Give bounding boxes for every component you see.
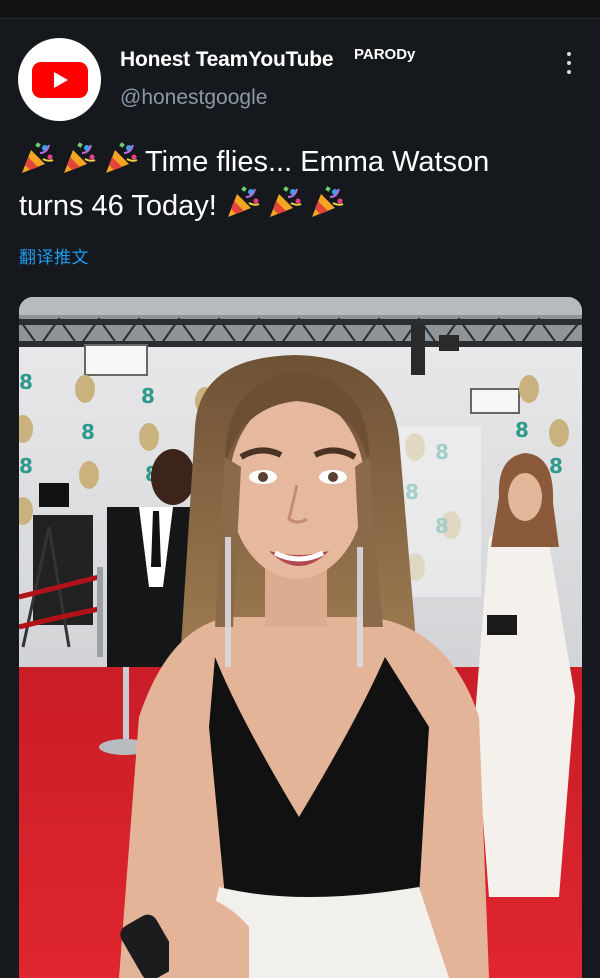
backdrop-badge: 8 xyxy=(19,370,33,394)
user-handle[interactable]: @honestgoogle xyxy=(120,86,267,110)
translate-tweet-link[interactable]: 翻译推文 xyxy=(19,243,89,268)
backdrop-badge: 8 xyxy=(141,384,155,408)
tweet-line-1: Time flies... Emma Watson xyxy=(19,140,589,184)
party-popper-icon xyxy=(269,186,302,217)
backdrop-badge: 8 xyxy=(515,418,529,442)
top-bar xyxy=(0,0,600,19)
party-popper-icon xyxy=(22,142,54,173)
avatar[interactable] xyxy=(18,38,101,121)
party-popper-icon xyxy=(64,142,96,173)
tweet-text-line-2: turns 46 Today! xyxy=(19,190,217,222)
display-name[interactable]: Honest TeamYouTube xyxy=(120,48,334,72)
more-vertical-icon[interactable] xyxy=(556,52,582,74)
youtube-logo-icon xyxy=(31,61,88,98)
party-popper-icon xyxy=(106,142,138,173)
backdrop-badge: 8 xyxy=(81,420,95,444)
party-popper-icon xyxy=(227,186,260,217)
backdrop-badge: 8 xyxy=(19,454,33,478)
party-popper-icon xyxy=(311,186,344,217)
backdrop-badge: 8 xyxy=(549,454,563,478)
tweet-line-2: turns 46 Today! xyxy=(19,184,589,228)
tweet-photo[interactable]: 8 8 8 8 8 8 8 8 8 8 xyxy=(19,297,582,978)
tweet-text: Time flies... Emma Watson turns 46 Today… xyxy=(19,140,589,228)
red-carpet-photo: 8 8 8 8 8 8 8 8 8 8 xyxy=(19,297,582,978)
parody-label: PARODy xyxy=(354,46,416,63)
tweet-text-line-1: Time flies... Emma Watson xyxy=(145,146,490,178)
